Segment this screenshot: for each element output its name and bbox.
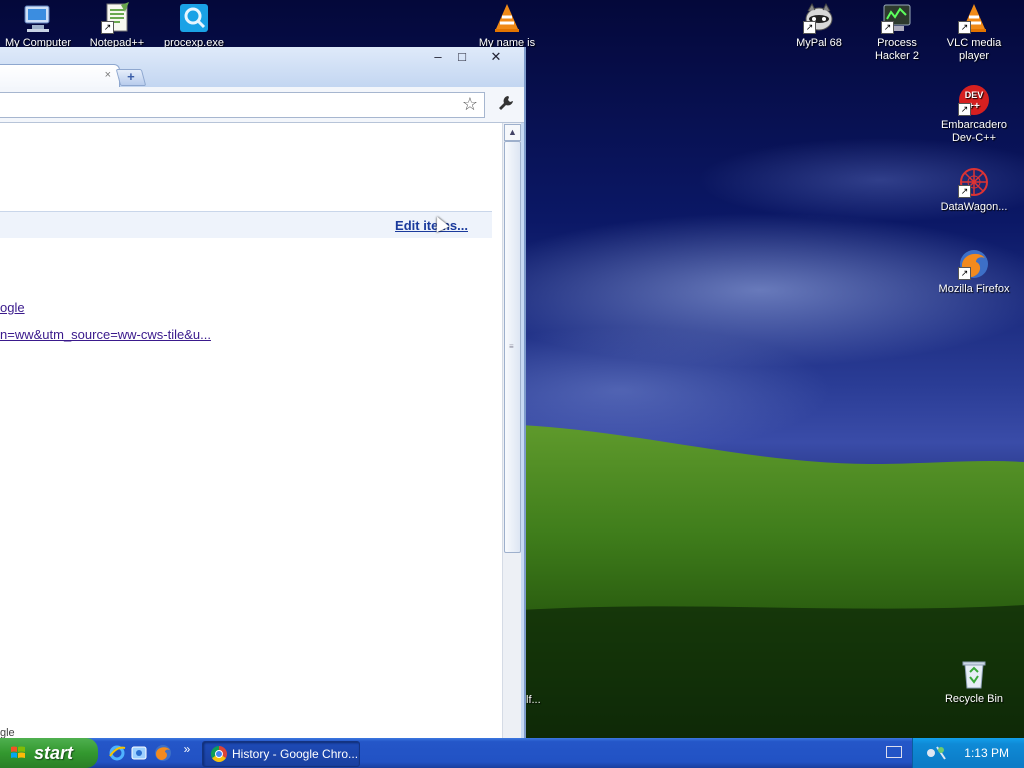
show-desktop-icon[interactable]: [130, 744, 148, 762]
desktop-icon-notepad-plus-plus[interactable]: ↗ Notepad++: [79, 2, 155, 50]
grip-icon: ≡: [509, 342, 514, 351]
scrollbar-thumb[interactable]: ≡: [504, 141, 521, 553]
start-label: start: [34, 743, 74, 763]
windows-flag-icon: [11, 746, 25, 758]
maximize-button[interactable]: □: [452, 50, 472, 65]
system-tray: 1:13 PM: [912, 738, 1024, 768]
desktop-icon-label: Process Hacker 2: [874, 37, 920, 62]
taskbar: start » History - Google Chro... 1:13 PM: [0, 738, 1024, 768]
desktop-icon-firefox[interactable]: ↗ Mozilla Firefox: [936, 248, 1012, 296]
desktop-icon-label: Embarcadero Dev-C++: [940, 119, 1008, 144]
browser-title-bar[interactable]: – □ ✕ × +: [0, 47, 524, 88]
star-bookmark-icon[interactable]: ☆: [462, 94, 478, 115]
desktop-icon-datawagon[interactable]: ↗ DataWagon...: [936, 166, 1012, 214]
desktop: My Computer ↗ Notepad++ procexp.exe My n…: [0, 0, 1024, 738]
desktop-icon-vlc[interactable]: ↗ VLC media player: [936, 2, 1012, 63]
taskbar-button-label: History - Google Chro...: [232, 747, 359, 761]
tray-network-icon[interactable]: [925, 744, 947, 765]
shortcut-arrow-icon: ↗: [958, 103, 971, 116]
desktop-icon-recycle-bin[interactable]: Recycle Bin: [936, 658, 1012, 706]
browser-toolbar: ☆: [0, 87, 524, 123]
desktop-icon-label: VLC media player: [946, 37, 1002, 62]
desktop-icon-devcpp[interactable]: DEV ++ ↗ Embarcadero Dev-C++: [936, 84, 1012, 145]
plus-icon: +: [127, 69, 135, 84]
desktop-icon-label: Mozilla Firefox: [938, 283, 1010, 295]
history-link[interactable]: ogle: [0, 300, 25, 315]
desktop-icon-mypal[interactable]: ↗ MyPal 68: [781, 2, 857, 50]
keyboard-icon[interactable]: [886, 746, 902, 758]
address-bar[interactable]: ☆: [0, 92, 485, 118]
mypal-icon: ↗: [803, 2, 835, 34]
partial-desktop-label: lf...: [526, 694, 541, 706]
desktop-icon-process-hacker[interactable]: ↗ Process Hacker 2: [859, 2, 935, 63]
firefox-quicklaunch-icon[interactable]: [154, 744, 172, 762]
desktop-icon-label: MyPal 68: [796, 37, 842, 49]
desktop-icon-my-name-is[interactable]: My name is: [469, 2, 545, 50]
quicklaunch-chevron-icon[interactable]: »: [178, 740, 196, 758]
wrench-menu-icon[interactable]: [498, 95, 514, 116]
computer-icon: [22, 2, 54, 34]
clock[interactable]: 1:13 PM: [964, 738, 1009, 768]
notepad-plus-plus-icon: ↗: [101, 2, 133, 34]
vlc-icon: [491, 2, 523, 34]
datawagon-icon: ↗: [958, 166, 990, 198]
procexp-icon: [178, 2, 210, 34]
history-header-band: Edit items...: [0, 211, 492, 238]
desktop-icon-label: Recycle Bin: [944, 693, 1004, 705]
shortcut-arrow-icon: ↗: [101, 21, 114, 34]
process-hacker-icon: ↗: [881, 2, 913, 34]
vertical-scrollbar[interactable]: ▲ ≡: [502, 123, 521, 738]
recycle-bin-icon: [958, 658, 990, 690]
start-button[interactable]: start: [0, 738, 98, 768]
tab-close-icon[interactable]: ×: [105, 69, 111, 81]
scroll-up-arrow-icon[interactable]: ▲: [504, 124, 521, 141]
shortcut-arrow-icon: ↗: [881, 21, 894, 34]
internet-explorer-icon[interactable]: [108, 744, 126, 762]
shortcut-arrow-icon: ↗: [958, 267, 971, 280]
svg-text:DEV: DEV: [965, 90, 984, 100]
shortcut-arrow-icon: ↗: [958, 21, 971, 34]
new-tab-button[interactable]: +: [115, 69, 147, 86]
vlc-icon: ↗: [958, 2, 990, 34]
desktop-icon-label: DataWagon...: [940, 201, 1008, 213]
desktop-icon-procexp[interactable]: procexp.exe: [156, 2, 232, 50]
taskbar-button-chrome-history[interactable]: History - Google Chro...: [202, 741, 360, 767]
firefox-icon: ↗: [958, 248, 990, 280]
devcpp-icon: DEV ++ ↗: [958, 84, 990, 116]
shortcut-arrow-icon: ↗: [803, 21, 816, 34]
partial-text: gle: [0, 727, 15, 738]
history-link[interactable]: n=ww&utm_source=ww-cws-tile&u...: [0, 327, 211, 342]
desktop-icon-my-computer[interactable]: My Computer: [0, 2, 76, 50]
chrome-icon: [211, 746, 227, 762]
close-button[interactable]: ✕: [486, 50, 506, 65]
page-content: Edit items... ogle n=ww&utm_source=ww-cw…: [0, 123, 502, 738]
browser-window: – □ ✕ × + ☆ Edit items... ogle n=ww&utm_…: [0, 47, 526, 738]
browser-tab[interactable]: ×: [0, 64, 120, 88]
minimize-button[interactable]: –: [428, 50, 448, 65]
shortcut-arrow-icon: ↗: [958, 185, 971, 198]
